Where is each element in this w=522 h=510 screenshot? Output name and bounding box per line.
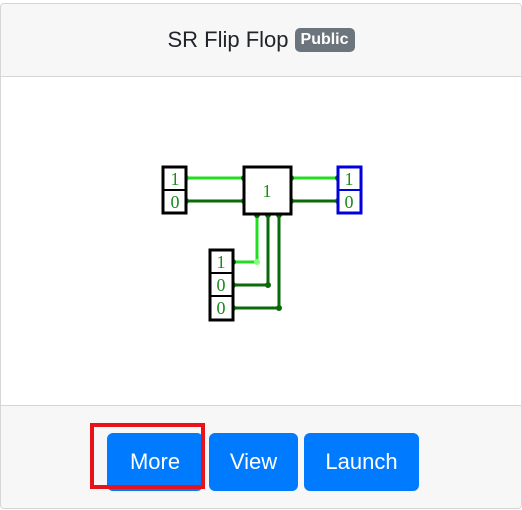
input-bottom-value-2: 0	[217, 275, 226, 295]
circuit-diagram: 1 0 1 1 0 1 0 0	[161, 165, 363, 322]
output-value-1: 1	[345, 169, 354, 189]
circuit-preview: 1 0 1 1 0 1 0 0	[1, 77, 521, 404]
project-card: SR Flip Flop Public 1 0 1 1 0 1 0 0 More…	[0, 3, 522, 509]
output-value-2: 0	[345, 192, 354, 212]
visibility-badge: Public	[294, 28, 355, 52]
input-top-value-2: 0	[171, 192, 180, 212]
wire-bottom-1	[233, 215, 259, 264]
wire-bottom-2	[233, 215, 270, 287]
node-dot	[254, 259, 260, 265]
input-top-value-1: 1	[171, 169, 180, 189]
card-header: SR Flip Flop Public	[1, 4, 521, 77]
input-bottom-value-1: 1	[217, 252, 226, 272]
view-button[interactable]: View	[209, 433, 298, 491]
title-row: SR Flip Flop Public	[1, 4, 521, 76]
card-footer: More View Launch	[1, 405, 521, 508]
project-title: SR Flip Flop	[167, 27, 289, 52]
input-bottom-value-3: 0	[217, 298, 226, 318]
more-button[interactable]: More	[107, 433, 203, 491]
launch-button[interactable]: Launch	[304, 433, 419, 491]
node-dot	[265, 282, 271, 288]
node-dot	[276, 305, 282, 311]
gate-label: 1	[263, 181, 272, 201]
